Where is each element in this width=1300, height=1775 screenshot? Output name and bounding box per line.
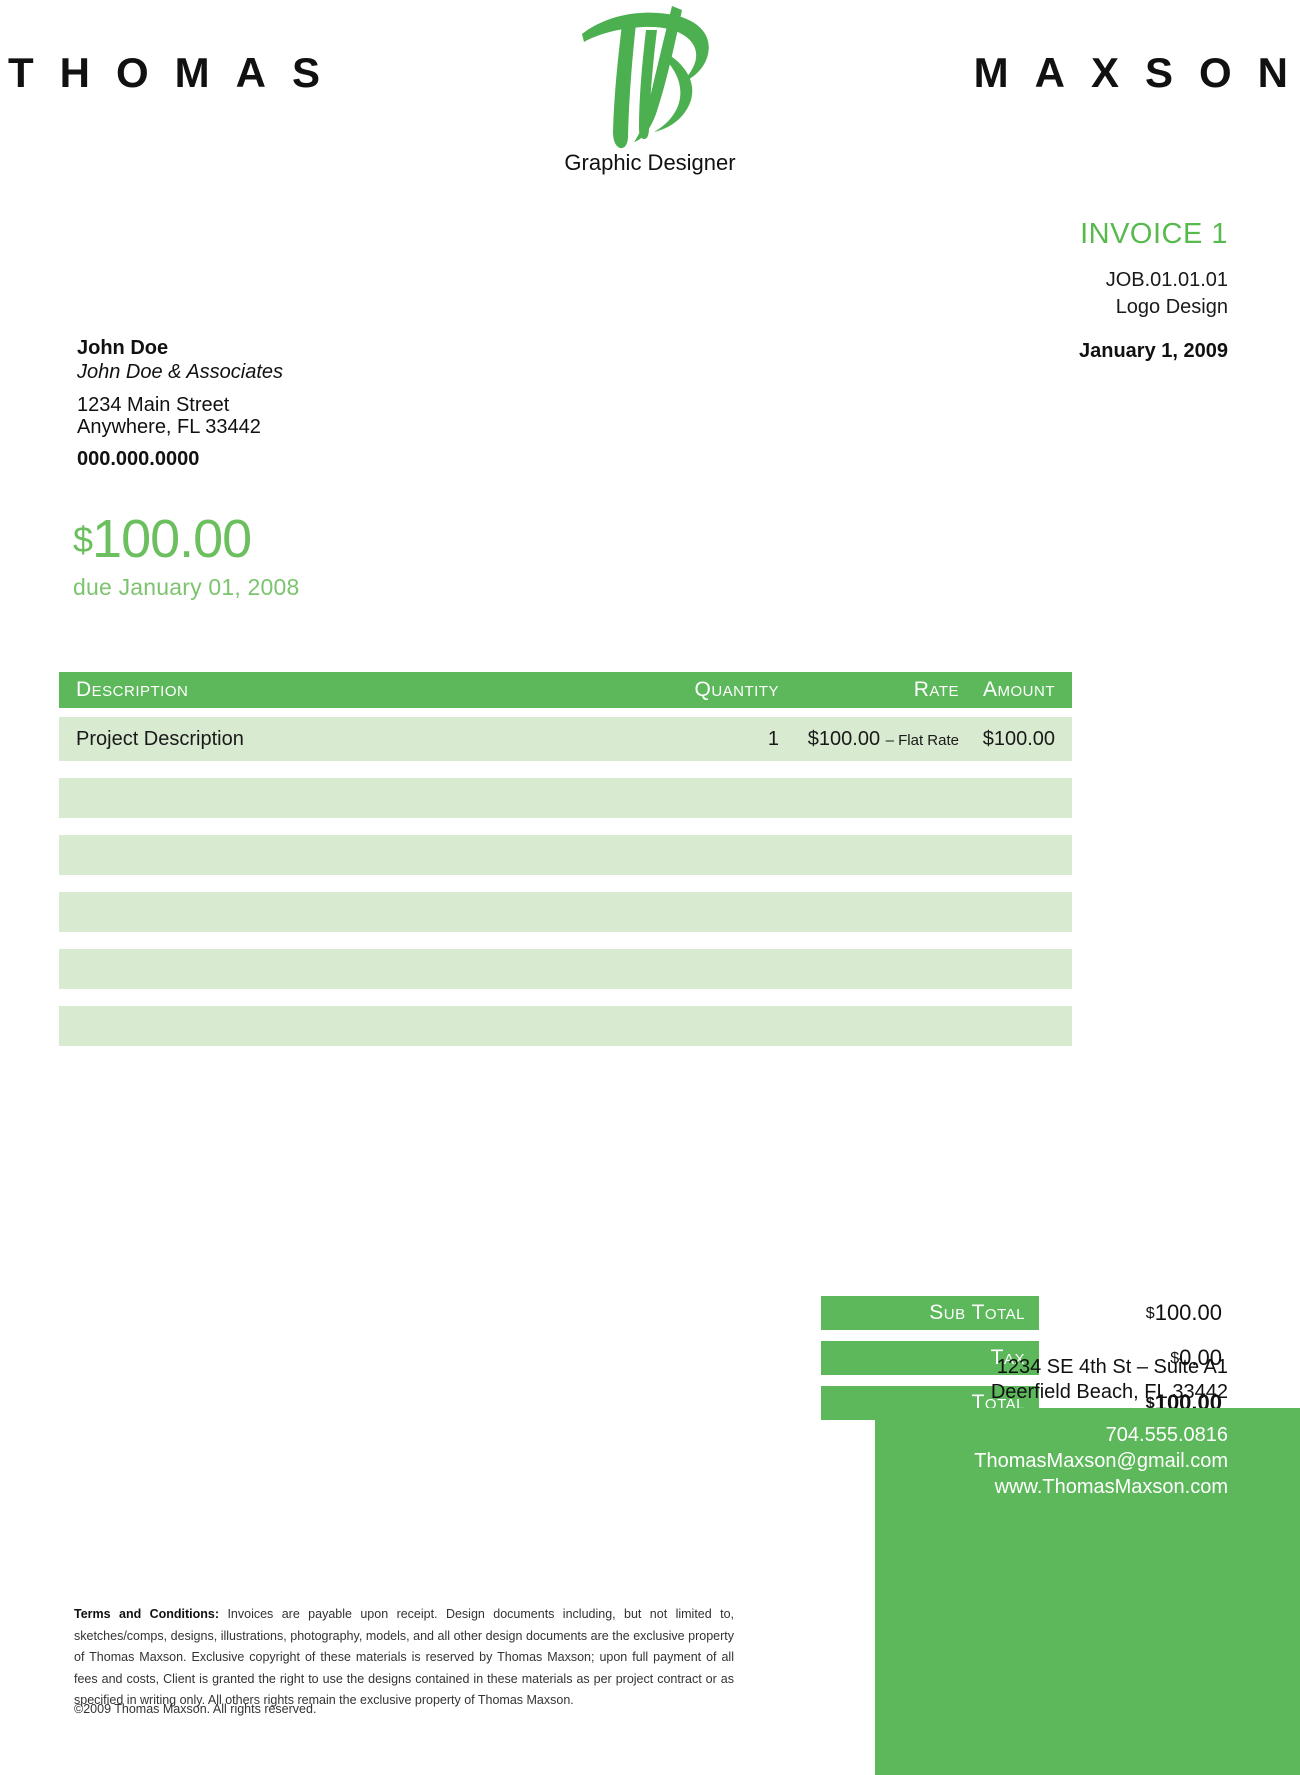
table-row-empty[interactable] <box>59 892 1072 932</box>
company-email[interactable]: ThomasMaxson@gmail.com <box>875 1448 1228 1474</box>
client-phone: 000.000.0000 <box>77 447 200 470</box>
client-address-line2: Anywhere, FL 33442 <box>77 416 261 439</box>
table-row-empty[interactable] <box>59 778 1072 818</box>
cell-rate-value: $100.00 <box>807 727 881 750</box>
copyright-notice: ©2009 Thomas Maxson. All rights reserved… <box>74 1702 317 1716</box>
table-row-empty[interactable] <box>59 949 1072 989</box>
column-header-rate: Rate <box>913 678 959 701</box>
column-header-amount: Amount <box>983 678 1055 701</box>
client-block: John Doe John Doe & Associates 1234 Main… <box>77 338 283 469</box>
cell-description: Project Description <box>76 727 244 750</box>
terms-and-conditions: Terms and Conditions: Invoices are payab… <box>74 1604 734 1712</box>
table-header-row: Description Quantity Rate Amount <box>59 672 1072 708</box>
subtotal-row: Sub Total $100.00 <box>821 1296 1241 1330</box>
cell-rate: $100.00 – Flat Rate <box>779 728 959 751</box>
client-company: John Doe & Associates <box>77 361 284 383</box>
table-row-empty[interactable] <box>59 835 1072 875</box>
cell-quantity: 1 <box>767 727 779 750</box>
brand-name-right: MAXSON <box>973 49 1300 96</box>
tm-monogram-logo-icon <box>560 0 740 155</box>
company-phone: 704.555.0816 <box>1105 1424 1228 1446</box>
amount-due-date: due January 01, 2008 <box>73 574 300 600</box>
company-address-line2: Deerfield Beach, FL 33442 <box>990 1381 1228 1403</box>
table-row[interactable]: Project Description 1 $100.00 – Flat Rat… <box>59 717 1072 761</box>
brand-tagline: Graphic Designer <box>564 150 736 175</box>
subtotal-currency: $ <box>1145 1305 1155 1322</box>
column-header-description: Description <box>76 678 189 701</box>
terms-body: Invoices are payable upon receipt. Desig… <box>74 1607 734 1707</box>
invoice-meta: INVOICE 1 JOB.01.01.01 Logo Design <box>1080 218 1228 321</box>
brand-name-left: THOMAS <box>8 49 346 96</box>
cell-amount: $100.00 <box>982 727 1055 750</box>
client-name: John Doe <box>77 337 169 359</box>
amount-due-value: $100.00 <box>73 512 300 566</box>
amount-due-number: 100.00 <box>92 509 252 569</box>
subtotal-number: 100.00 <box>1154 1300 1222 1325</box>
contact-panel: 704.555.0816 ThomasMaxson@gmail.com www.… <box>875 1408 1300 1775</box>
company-address-line1: 1234 SE 4th St – Suite A1 <box>996 1356 1228 1378</box>
column-header-quantity: Quantity <box>694 678 779 701</box>
job-name: Logo Design <box>1115 296 1228 319</box>
company-website[interactable]: www.ThomasMaxson.com <box>875 1474 1228 1500</box>
subtotal-value: $100.00 <box>1039 1300 1241 1326</box>
company-address: 1234 SE 4th St – Suite A1 Deerfield Beac… <box>991 1355 1228 1405</box>
job-number: JOB.01.01.01 <box>1105 269 1228 292</box>
cell-rate-note: – Flat Rate <box>885 731 959 749</box>
invoice-date: January 1, 2009 <box>1079 340 1228 362</box>
table-row-empty[interactable] <box>59 1006 1072 1046</box>
masthead: THOMAS MAXSON Graphic Designer <box>0 0 1300 200</box>
client-address-line1: 1234 Main Street <box>77 394 230 416</box>
amount-due-block: $100.00 due January 01, 2008 <box>73 512 300 601</box>
invoice-title: INVOICE 1 <box>1080 218 1228 250</box>
currency-symbol: $ <box>73 519 93 560</box>
subtotal-label: Sub Total <box>821 1296 1039 1330</box>
line-items-table: Description Quantity Rate Amount Project… <box>59 672 1072 1046</box>
terms-heading: Terms and Conditions: <box>74 1607 220 1621</box>
